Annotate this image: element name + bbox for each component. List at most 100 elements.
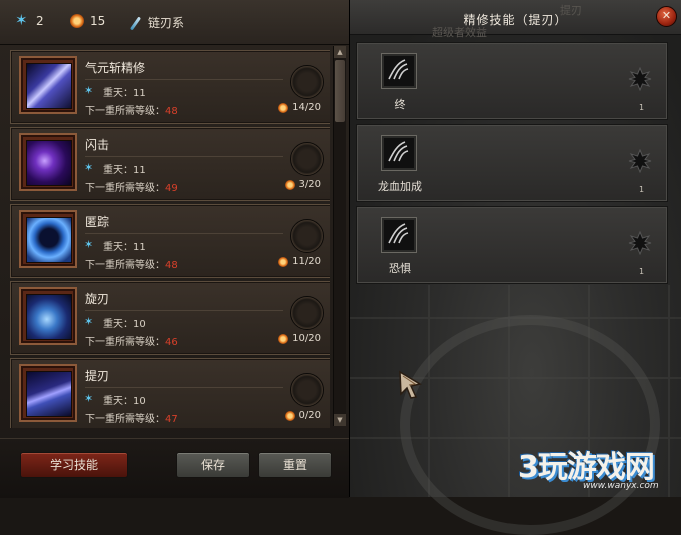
stealth-icon [26, 217, 72, 263]
requirement-row: 下一重所需等级：46 [85, 333, 178, 348]
divider [85, 387, 283, 388]
sword-slash-icon [26, 63, 72, 109]
sun-points-value: 15 [90, 14, 106, 28]
sun-icon [278, 256, 289, 267]
progress-value: 10/20 [292, 333, 321, 344]
tier-label: 重天：10 [103, 396, 146, 407]
skill-name: 提刃 [85, 369, 110, 383]
sun-points: 15 [70, 14, 105, 28]
skill-icon-frame[interactable] [19, 56, 77, 114]
skill-card[interactable]: 匿踪 重天：11 下一重所需等级：48 11/20 [10, 204, 330, 278]
refine-item[interactable]: 龙血加成 1 [356, 124, 668, 202]
scroll-up-icon[interactable]: ▲ [334, 46, 346, 58]
tier-row: 重天：10 [84, 392, 146, 408]
upgrade-button[interactable] [290, 219, 324, 253]
mouse-cursor-icon [399, 370, 422, 399]
save-button[interactable]: 保存 [176, 452, 250, 478]
skill-icon-frame[interactable] [19, 364, 77, 422]
tier-label: 重天：11 [103, 88, 146, 99]
skill-progress: 10/20 [278, 333, 321, 344]
tier-label: 重天：10 [103, 319, 146, 330]
star-points-value: 2 [36, 14, 44, 28]
sun-icon [70, 14, 84, 28]
raise-blade-icon [26, 371, 72, 417]
skill-name: 匿踪 [85, 215, 110, 229]
requirement-row: 下一重所需等级：48 [85, 102, 178, 117]
skill-name: 闪击 [85, 138, 110, 152]
skill-progress: 0/20 [284, 410, 321, 421]
skill-tree-label: 链刃系 [128, 14, 184, 31]
background-text: 超级者效益 [432, 26, 487, 39]
close-button[interactable]: ✕ [656, 6, 677, 27]
claw-icon[interactable] [381, 217, 417, 253]
progress-value: 3/20 [298, 179, 321, 190]
tier-row: 重天：11 [84, 161, 146, 177]
refine-slot-icon[interactable] [628, 67, 652, 91]
refine-item-count: 1 [639, 185, 645, 194]
refine-item-count: 1 [639, 103, 645, 112]
sun-icon [284, 179, 295, 190]
progress-value: 0/20 [298, 410, 321, 421]
required-level: 48 [165, 106, 178, 117]
star-icon [84, 238, 99, 253]
blade-icon [128, 16, 142, 30]
skill-icon-frame[interactable] [19, 133, 77, 191]
upgrade-button[interactable] [290, 142, 324, 176]
progress-value: 14/20 [292, 102, 321, 113]
skill-name: 气元斩精修 [85, 61, 146, 75]
skill-card[interactable]: 提刃 重天：10 下一重所需等级：47 0/20 [10, 358, 330, 428]
sun-icon [278, 333, 289, 344]
refine-slot-icon[interactable] [628, 231, 652, 255]
requirement-label: 下一重所需等级： [85, 337, 165, 348]
spin-blade-icon [26, 294, 72, 340]
scroll-down-icon[interactable]: ▼ [334, 414, 346, 426]
skill-panel: 2 15 链刃系 气元斩精修 重天：11 下一重所需等级：48 [0, 0, 350, 498]
requirement-row: 下一重所需等级：48 [85, 256, 178, 271]
sun-icon [284, 410, 295, 421]
points-bar: 2 15 链刃系 [0, 0, 349, 45]
upgrade-button[interactable] [290, 65, 324, 99]
shadow-strike-icon [26, 140, 72, 186]
required-level: 49 [165, 183, 178, 194]
divider [85, 310, 283, 311]
skill-card[interactable]: 闪击 重天：11 下一重所需等级：49 3/20 [10, 127, 330, 201]
skill-icon-frame[interactable] [19, 287, 77, 345]
required-level: 47 [165, 414, 178, 425]
upgrade-button[interactable] [290, 373, 324, 407]
refine-item[interactable]: 恐惧 1 [356, 206, 668, 284]
star-icon [84, 161, 99, 176]
divider [85, 79, 283, 80]
learn-skill-button[interactable]: 学习技能 [20, 452, 128, 478]
star-icon [15, 13, 30, 28]
watermark-url: www.wanyx.com [583, 481, 659, 491]
skill-name: 旋刃 [85, 292, 110, 306]
reset-button[interactable]: 重置 [258, 452, 332, 478]
refine-item-label: 恐惧 [389, 262, 411, 275]
requirement-label: 下一重所需等级： [85, 183, 165, 194]
requirement-row: 下一重所需等级：49 [85, 179, 178, 194]
refine-item[interactable]: 终 1 [356, 42, 668, 120]
scrollbar[interactable]: ▲ ▼ [333, 46, 346, 426]
refine-item-label: 龙血加成 [378, 180, 422, 193]
scroll-thumb[interactable] [335, 60, 345, 122]
sun-icon [278, 102, 289, 113]
required-level: 46 [165, 337, 178, 348]
star-icon [84, 315, 99, 330]
skill-icon-frame[interactable] [19, 210, 77, 268]
star-points: 2 [15, 13, 44, 28]
star-icon [84, 392, 99, 407]
claw-icon[interactable] [381, 53, 417, 89]
refine-slot-icon[interactable] [628, 149, 652, 173]
upgrade-button[interactable] [290, 296, 324, 330]
background-ring [400, 315, 660, 535]
skill-tree-name: 链刃系 [148, 16, 185, 30]
tier-row: 重天：10 [84, 315, 146, 331]
requirement-label: 下一重所需等级： [85, 414, 165, 425]
skill-card[interactable]: 旋刃 重天：10 下一重所需等级：46 10/20 [10, 281, 330, 355]
tier-label: 重天：11 [103, 165, 146, 176]
claw-icon[interactable] [381, 135, 417, 171]
skill-card[interactable]: 气元斩精修 重天：11 下一重所需等级：48 14/20 [10, 50, 330, 124]
divider [85, 156, 283, 157]
requirement-label: 下一重所需等级： [85, 260, 165, 271]
close-icon[interactable]: ✕ [662, 9, 671, 22]
